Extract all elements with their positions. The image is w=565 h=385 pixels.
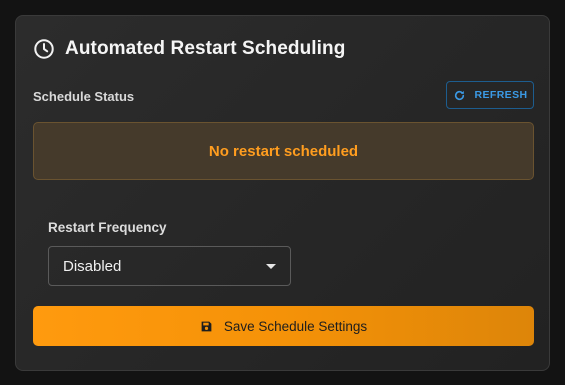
restart-frequency-value: Disabled — [63, 257, 122, 275]
schedule-status-box: No restart scheduled — [33, 122, 534, 180]
refresh-icon — [454, 90, 464, 100]
chevron-down-icon — [266, 264, 276, 269]
restart-scheduling-card: Automated Restart Scheduling Schedule St… — [15, 15, 550, 371]
schedule-status-label: Schedule Status — [33, 89, 135, 104]
save-schedule-label: Save Schedule Settings — [223, 318, 368, 334]
restart-frequency-label: Restart Frequency — [48, 220, 167, 235]
restart-frequency-select[interactable]: Disabled — [48, 246, 291, 286]
refresh-button[interactable]: REFRESH — [446, 81, 534, 109]
floppy-disk-icon — [201, 321, 212, 331]
save-schedule-button[interactable]: Save Schedule Settings — [33, 306, 534, 346]
clock-icon — [34, 39, 54, 59]
schedule-status-message: No restart scheduled — [208, 142, 359, 160]
refresh-button-label: REFRESH — [474, 89, 528, 101]
card-title: Automated Restart Scheduling — [65, 38, 346, 59]
card-header: Automated Restart Scheduling — [33, 37, 345, 61]
